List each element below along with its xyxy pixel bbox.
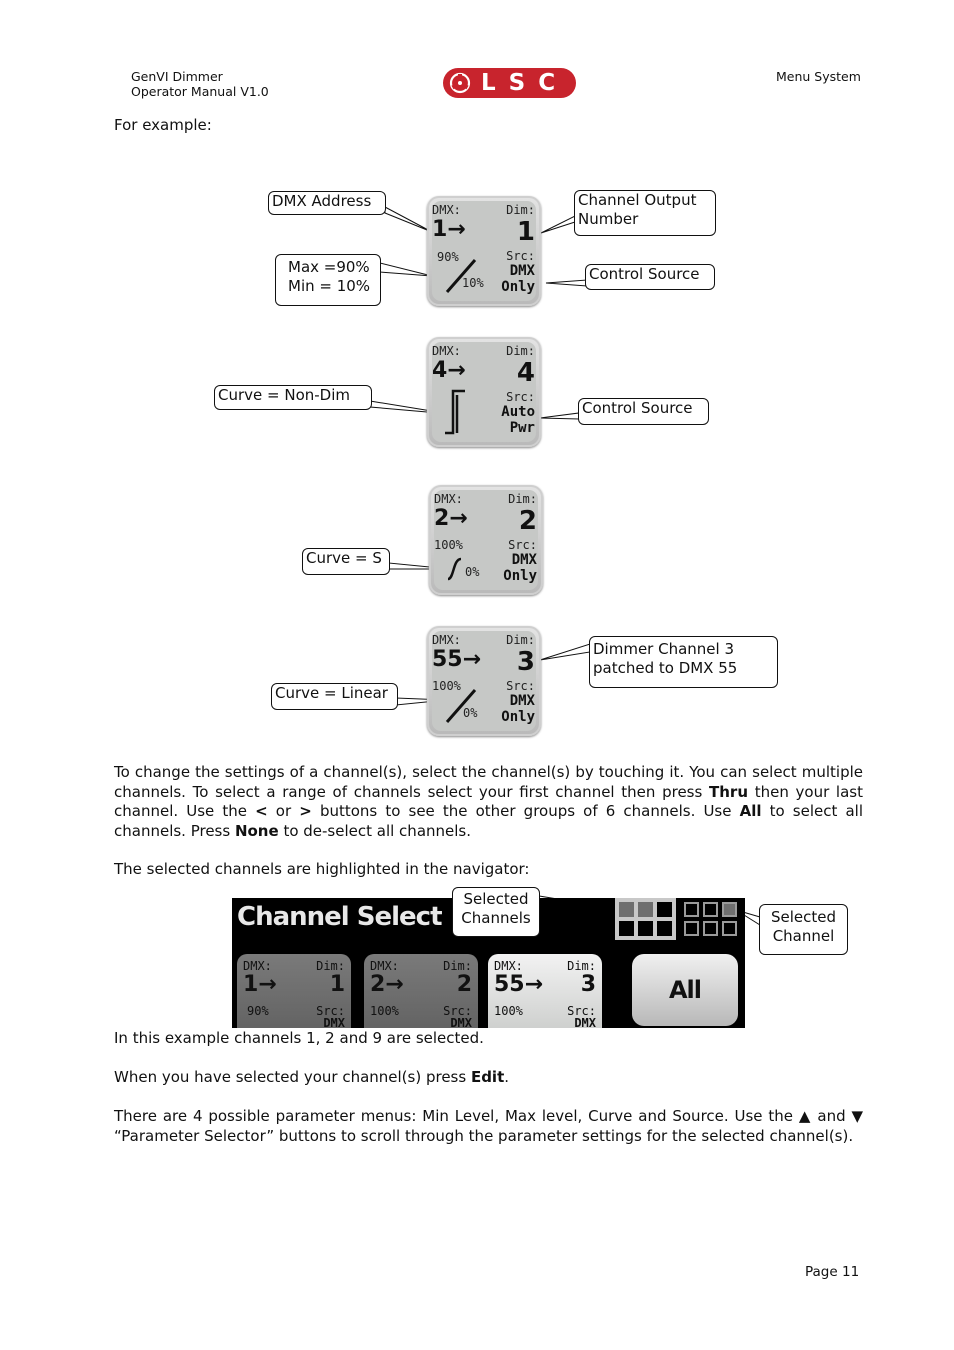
dim-value: 2: [518, 506, 537, 536]
callout-max-min: Max =90% Min = 10%: [275, 254, 381, 306]
callout-selected-channel: Selected Channel: [759, 904, 848, 955]
dmx-value: 4→: [432, 358, 466, 383]
nav-tile-3[interactable]: DMX: Dim: 55→ 3 100% Src: DMX: [488, 954, 602, 1028]
navigator-cell: [722, 921, 737, 936]
paragraph-navigator: The selected channels are highlighted in…: [114, 860, 530, 878]
header-section: Menu System: [776, 69, 861, 84]
dmx-label: DMX:: [432, 633, 461, 647]
src-label: Src:: [506, 679, 535, 693]
nav-tile-1[interactable]: DMX: Dim: 1→ 1 90% Src: DMX: [237, 954, 351, 1028]
callout-selected-channels: Selected Channels: [452, 887, 540, 937]
dmx-label: DMX:: [434, 492, 463, 506]
nav-tile-2[interactable]: DMX: Dim: 2→ 2 100% Src: DMX: [364, 954, 478, 1028]
navigator-cell-selected: [722, 902, 737, 917]
callout-dmx-address: DMX Address: [268, 191, 386, 215]
navigator-cell: [703, 902, 718, 917]
navigator-cell-selected: [619, 902, 634, 917]
none-keyword: None: [234, 821, 279, 840]
navigator-cell: [657, 921, 672, 936]
channel-tile-1: DMX: Dim: 1→ 1 90% 10% Src: DMX Only: [427, 196, 541, 306]
dmx-value: 55→: [432, 647, 482, 672]
src-label: Src:: [508, 538, 537, 552]
dim-label: Dim:: [508, 492, 537, 506]
source-value: Auto Pwr: [501, 404, 535, 436]
callout-curve-nondim: Curve = Non-Dim: [214, 385, 372, 410]
callout-curve-linear: Curve = Linear: [271, 683, 398, 710]
src-label: Src:: [506, 390, 535, 404]
leader-max-min: [379, 262, 433, 277]
all-button[interactable]: All: [632, 954, 738, 1026]
source-value: DMX Only: [503, 552, 537, 584]
dim-label: Dim:: [506, 203, 535, 217]
doc-title: GenVI Dimmer Operator Manual V1.0: [131, 69, 269, 99]
dmx-value: 1→: [432, 217, 466, 242]
lsc-emblem-icon: [449, 72, 471, 94]
leader-channel-output: [540, 215, 576, 234]
navigator-cell-selected: [638, 902, 653, 917]
lsc-logo: LSC: [443, 68, 576, 98]
paragraph-edit: When you have selected your channel(s) p…: [114, 1068, 510, 1086]
channel-select-title: Channel Select: [237, 902, 442, 932]
callout-patch: Dimmer Channel 3 patched to DMX 55: [589, 636, 778, 688]
source-value: DMX Only: [501, 263, 535, 295]
dmx-label: DMX:: [432, 344, 461, 358]
src-label: Src:: [506, 249, 535, 263]
paragraph-parameters: There are 4 possible parameter menus: Mi…: [114, 1107, 863, 1145]
source-value: DMX Only: [501, 693, 535, 725]
leader-dmx-address: [384, 206, 433, 233]
navigator-cell: [684, 902, 699, 917]
dmx-value: 2→: [434, 506, 468, 531]
min-level: 0%: [465, 565, 480, 579]
navigator-cell: [684, 921, 699, 936]
leader-control-source-2: [539, 412, 580, 420]
navigator-cell: [657, 902, 672, 917]
dim-value: 3: [516, 647, 535, 677]
intro-text: For example:: [114, 116, 212, 134]
thru-keyword: Thru: [709, 782, 749, 801]
callout-control-source-2: Control Source: [578, 398, 709, 425]
dim-label: Dim:: [506, 344, 535, 358]
leader-patch: [539, 643, 591, 661]
header-manual: Operator Manual V1.0: [131, 84, 269, 99]
header-product: GenVI Dimmer: [131, 69, 223, 84]
callout-control-source-1: Control Source: [585, 264, 715, 290]
navigator-group-1: [615, 898, 676, 940]
navigator-cell: [619, 921, 634, 936]
all-keyword: All: [739, 802, 762, 820]
callout-channel-output: Channel Output Number: [574, 190, 716, 236]
logo-text: LSC: [481, 70, 569, 96]
non-dim-curve-icon: [445, 389, 465, 435]
s-curve-icon: [447, 557, 462, 581]
channel-tile-2: DMX: Dim: 2→ 2 100% 0% Src: DMX Only: [429, 485, 543, 595]
max-level: 100%: [434, 538, 463, 552]
dim-value: 1: [516, 217, 535, 247]
callout-curve-s: Curve = S: [302, 548, 390, 575]
paragraph-example: In this example channels 1, 2 and 9 are …: [114, 1029, 484, 1047]
edit-keyword: Edit: [470, 1068, 505, 1086]
channel-tile-3: DMX: Dim: 55→ 3 100% 0% Src: DMX Only: [427, 626, 541, 736]
dim-label: Dim:: [506, 633, 535, 647]
leader-control-source-1: [545, 279, 588, 287]
navigator-cell: [703, 921, 718, 936]
dmx-label: DMX:: [432, 203, 461, 217]
min-level: 0%: [463, 706, 478, 720]
min-level: 10%: [462, 276, 484, 290]
paragraph-selection: To change the settings of a channel(s), …: [114, 763, 863, 840]
navigator-group-2: [680, 898, 741, 940]
dim-value: 4: [516, 358, 535, 388]
navigator-cell: [638, 921, 653, 936]
channel-tile-4: DMX: Dim: 4→ 4 Src: Auto Pwr: [427, 337, 541, 447]
page-number: Page 11: [805, 1264, 860, 1280]
